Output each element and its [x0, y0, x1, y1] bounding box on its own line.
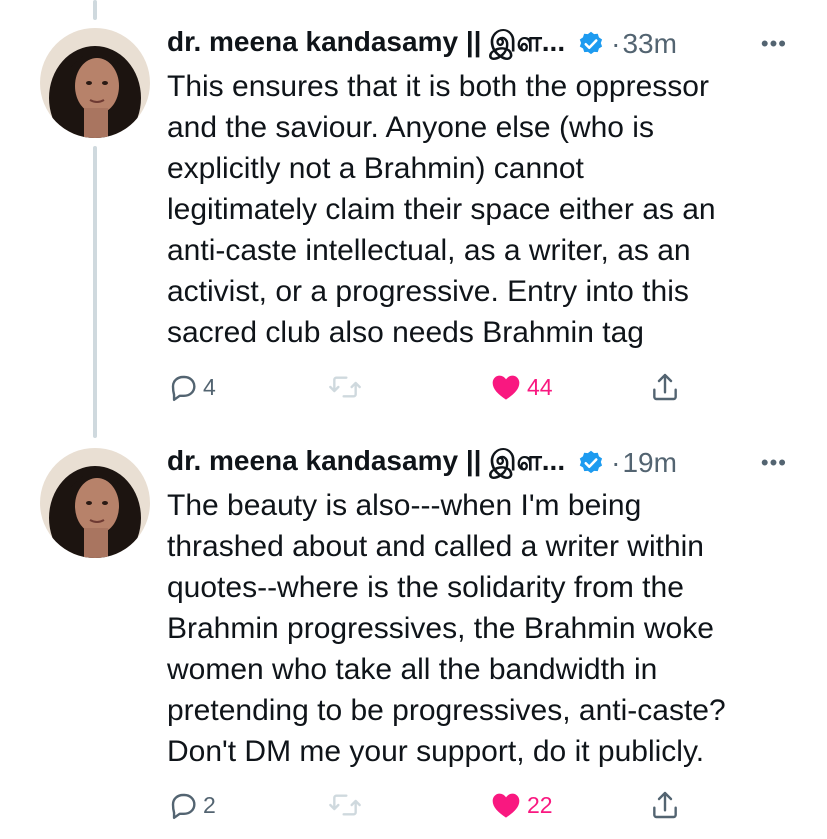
retweet-icon: [329, 376, 361, 398]
like-button[interactable]: 22: [489, 785, 553, 825]
timestamp[interactable]: 33m: [622, 28, 676, 60]
avatar-photo: [40, 28, 150, 138]
like-button[interactable]: 44: [489, 367, 553, 407]
separator-dot: ·: [611, 28, 621, 59]
author-name[interactable]: dr. meena kandasamy || இள...: [167, 445, 565, 481]
reply-count: 4: [203, 373, 216, 400]
timestamp[interactable]: 19m: [622, 447, 676, 479]
tweet[interactable]: dr. meena kandasamy || இள... · 33m ••• T…: [0, 0, 827, 420]
tweet-text: The beauty is also---when I'm being thra…: [167, 489, 726, 768]
tweet-actions: 2 22: [167, 785, 687, 825]
share-icon: [653, 373, 677, 401]
like-count: 44: [527, 373, 553, 400]
tweet-actions: 4 44: [167, 367, 687, 407]
retweet-button[interactable]: [327, 367, 363, 407]
more-icon[interactable]: •••: [761, 31, 787, 57]
avatar[interactable]: [40, 448, 150, 558]
like-icon: [492, 793, 520, 818]
avatar-photo: [40, 448, 150, 558]
reply-button[interactable]: 4: [167, 367, 216, 407]
like-icon: [492, 375, 520, 400]
share-button[interactable]: [649, 785, 681, 825]
tweet-header: dr. meena kandasamy || இள... · 33m •••: [167, 24, 787, 64]
reply-icon: [171, 375, 196, 401]
share-button[interactable]: [649, 367, 681, 407]
reply-button[interactable]: 2: [167, 785, 216, 825]
tweet-text: This ensures that it is both the oppress…: [167, 70, 716, 349]
reply-count: 2: [203, 791, 216, 818]
tweet-header: dr. meena kandasamy || இள... · 19m •••: [167, 443, 787, 483]
tweet[interactable]: dr. meena kandasamy || இள... · 19m ••• T…: [0, 420, 827, 839]
reply-icon: [171, 793, 196, 819]
more-icon[interactable]: •••: [761, 450, 787, 476]
share-icon: [653, 791, 677, 819]
author-name[interactable]: dr. meena kandasamy || இள...: [167, 26, 565, 62]
retweet-icon: [329, 794, 361, 816]
separator-dot: ·: [611, 447, 621, 478]
retweet-button[interactable]: [327, 785, 363, 825]
verified-icon: [577, 30, 605, 58]
verified-icon: [577, 449, 605, 477]
avatar[interactable]: [40, 28, 150, 138]
like-count: 22: [527, 791, 553, 818]
